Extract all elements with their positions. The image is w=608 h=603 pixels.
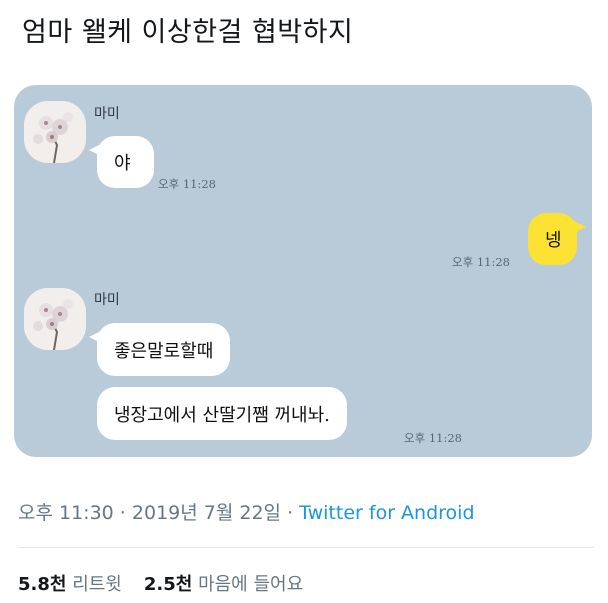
tweet-stats: 5.8천 리트윗 2.5천 마음에 들어요: [18, 570, 303, 596]
tweet-text: 엄마 왤케 이상한걸 협박하지: [22, 17, 354, 48]
avatar: [24, 288, 86, 350]
divider: [18, 547, 594, 548]
message-time: 오후 11:28: [452, 255, 510, 269]
tweet-source-link[interactable]: Twitter for Android: [299, 502, 474, 524]
flower-photo-icon: [24, 101, 86, 163]
chat-screenshot: 마미 야 오후 11:28 오후 11:28 넹 마미 좋은말로할때 냉장고에서…: [14, 85, 592, 457]
likes-count: 2.5천: [143, 574, 193, 595]
message-bubble: 야: [89, 136, 154, 188]
likes-stat[interactable]: 2.5천 마음에 들어요: [144, 574, 303, 595]
sender-name: 마미: [94, 292, 120, 308]
retweets-label: 리트윗: [72, 574, 122, 595]
separator: ·: [113, 502, 132, 524]
my-message-bubble: 넹: [528, 213, 586, 265]
message-text: 야: [114, 153, 131, 174]
flower-photo-icon: [24, 288, 86, 350]
message-time: 오후 11:28: [404, 431, 462, 445]
likes-label: 마음에 들어요: [198, 574, 304, 595]
avatar: [24, 101, 86, 163]
tweet-meta: 오후 11:30 · 2019년 7월 22일 · Twitter for An…: [18, 498, 475, 525]
separator: ·: [281, 502, 300, 524]
message-bubble: 좋은말로할때: [88, 323, 231, 376]
message-text: 넹: [545, 230, 562, 251]
sender-name: 마미: [94, 106, 120, 122]
tweet-date[interactable]: 2019년 7월 22일: [132, 502, 281, 524]
tweet-time[interactable]: 오후 11:30: [18, 502, 114, 524]
retweets-stat[interactable]: 5.8천 리트윗: [18, 574, 122, 595]
message-text: 냉장고에서 산딸기쨈 꺼내놔.: [114, 404, 330, 426]
message-time: 오후 11:28: [158, 177, 216, 191]
retweets-count: 5.8천: [18, 574, 67, 595]
message-text: 좋은말로할때: [114, 340, 214, 362]
message-bubble: 냉장고에서 산딸기쨈 꺼내놔.: [97, 387, 347, 440]
